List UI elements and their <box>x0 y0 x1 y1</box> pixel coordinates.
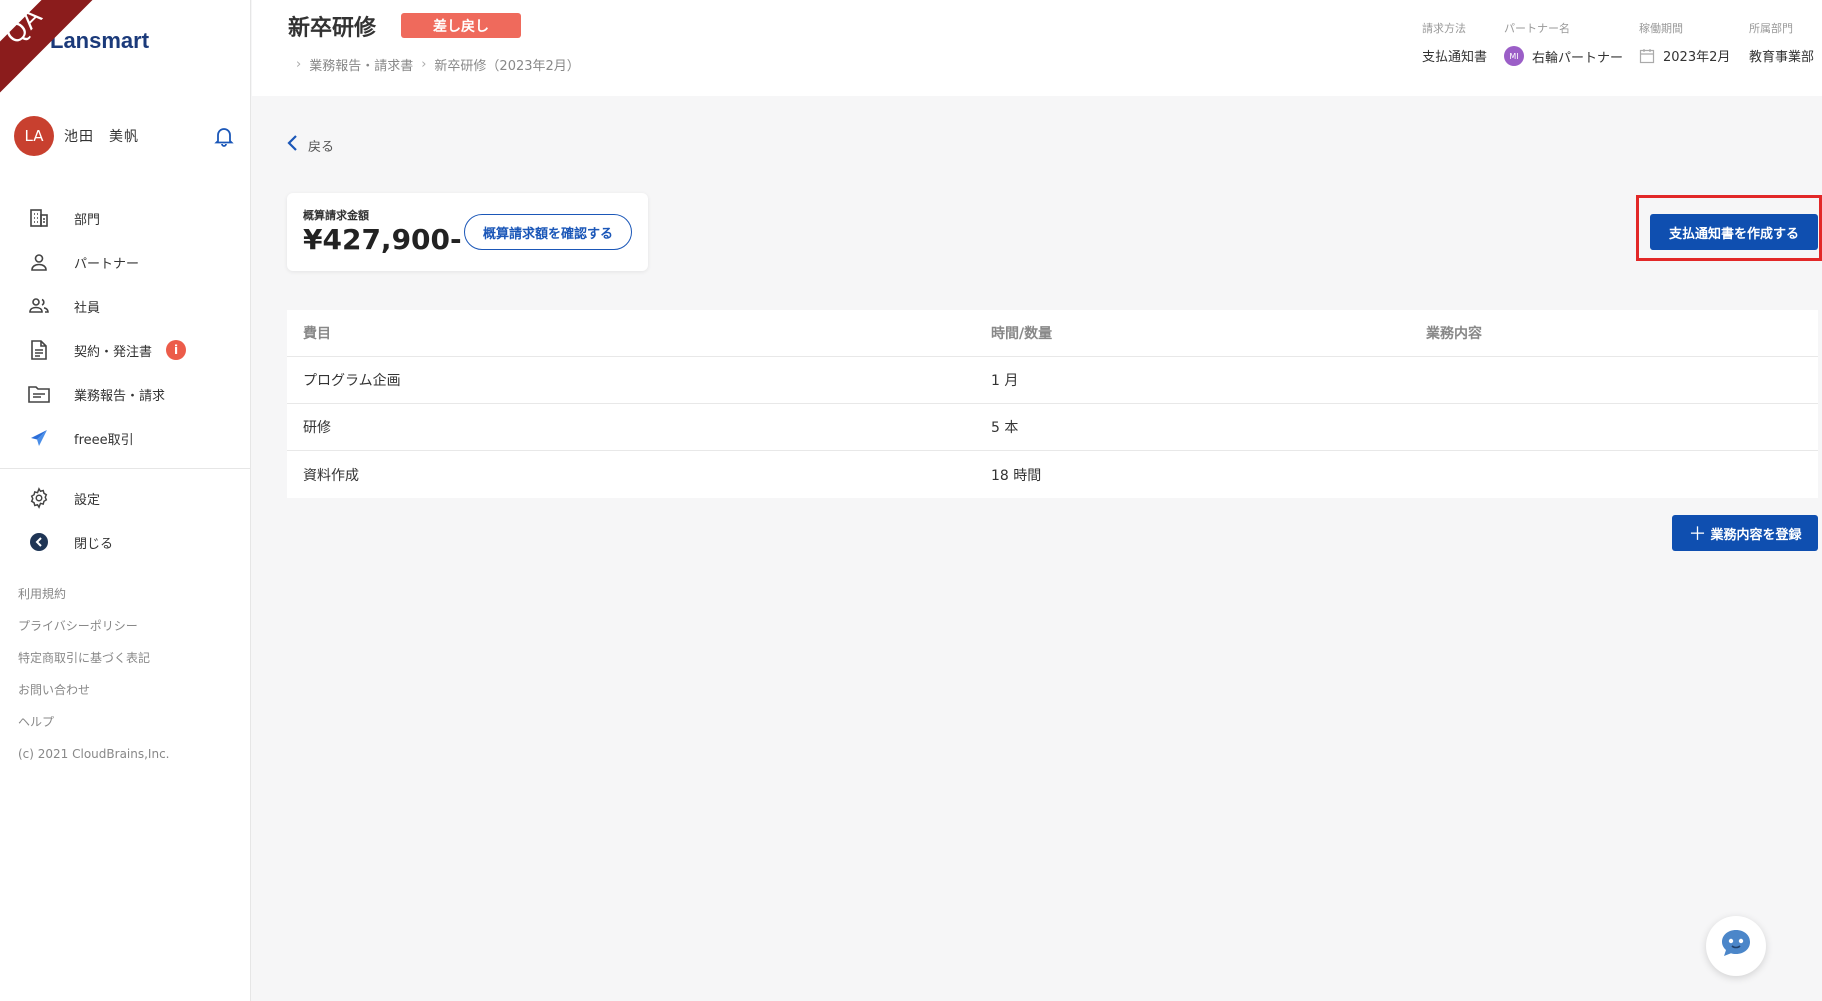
sidebar: QA Lansmart LA 池田 美帆 部門 パートナー 社員 契約・発注書 … <box>0 0 251 1001</box>
add-work-item-button[interactable]: ＋ 業務内容を登録 <box>1672 515 1818 551</box>
privacy-link[interactable]: プライバシーポリシー <box>18 610 170 642</box>
meta-partner-value: MI 右輪パートナー <box>1504 46 1623 66</box>
building-icon <box>28 207 50 229</box>
user-profile: LA 池田 美帆 <box>14 116 236 156</box>
sidebar-item-label: 社員 <box>74 300 101 316</box>
table-row[interactable]: プログラム企画 1 月 <box>287 357 1818 404</box>
table-cell: 18 時間 <box>991 467 1042 484</box>
meta-billing-method: 請求方法 支払通知書 <box>1422 20 1487 65</box>
page-header: 新卒研修 差し戻し › 業務報告・請求書 › 新卒研修（2023年2月） 請求方… <box>252 0 1822 96</box>
meta-department: 所属部門 教育事業部 <box>1749 20 1814 65</box>
sidebar-item-label: freee取引 <box>74 432 134 448</box>
sidebar-item-label: 閉じる <box>74 536 114 552</box>
partner-name: 右輪パートナー <box>1532 50 1624 66</box>
contact-link[interactable]: お問い合わせ <box>18 674 170 706</box>
person-icon <box>28 251 50 273</box>
table-header: 費目 時間/数量 業務内容 <box>287 310 1818 357</box>
meta-label: 所属部門 <box>1749 22 1793 35</box>
sidebar-nav: 部門 パートナー 社員 契約・発注書 i 業務報告・請求 freee取引 <box>0 196 251 460</box>
work-items-table: 費目 時間/数量 業務内容 プログラム企画 1 月 研修 5 本 資料作成 18… <box>287 310 1818 498</box>
document-icon <box>28 339 50 361</box>
status-badge: 差し戻し <box>401 13 521 38</box>
table-cell: 資料作成 <box>303 467 359 484</box>
breadcrumb: › 業務報告・請求書 › 新卒研修（2023年2月） <box>288 55 580 74</box>
chevron-left-icon <box>286 134 298 156</box>
chevron-right-icon: › <box>421 57 427 72</box>
sidebar-item-settings[interactable]: 設定 <box>0 476 251 520</box>
footer-links: 利用規約 プライバシーポリシー 特定商取引に基づく表記 お問い合わせ ヘルプ (… <box>18 578 170 770</box>
breadcrumb-item-current: 新卒研修（2023年2月） <box>434 59 580 74</box>
meta-partner: パートナー名 MI 右輪パートナー <box>1504 20 1623 66</box>
breadcrumb-item-report[interactable]: 業務報告・請求書 <box>309 55 413 74</box>
table-cell: 5 本 <box>991 420 1019 436</box>
meta-label: パートナー名 <box>1504 22 1570 35</box>
column-header: 時間/数量 <box>991 326 1053 342</box>
back-link[interactable]: 戻る <box>286 134 334 156</box>
user-name: 池田 美帆 <box>64 129 139 145</box>
sidebar-item-label: 部門 <box>74 212 101 228</box>
sidebar-item-close[interactable]: 閉じる <box>0 520 251 564</box>
info-badge-icon: i <box>166 340 187 360</box>
amount-card: 概算請求金額 ¥427,900- 概算請求額を確認する <box>287 193 648 271</box>
meta-period-value: 2023年2月 <box>1639 46 1730 65</box>
confirm-amount-button[interactable]: 概算請求額を確認する <box>464 214 632 250</box>
table-cell: プログラム企画 <box>303 373 401 389</box>
plus-icon: ＋ <box>1688 524 1707 545</box>
sidebar-item-report[interactable]: 業務報告・請求 <box>0 372 251 416</box>
sidebar-item-label: パートナー <box>74 256 140 272</box>
sidebar-nav-secondary: 設定 閉じる <box>0 476 251 564</box>
meta-value: 支払通知書 <box>1422 50 1488 65</box>
meta-period: 稼働期間 2023年2月 <box>1639 20 1730 65</box>
page-title: 新卒研修 <box>288 16 377 41</box>
sidebar-item-label: 設定 <box>74 492 101 508</box>
chevron-right-icon: › <box>296 57 302 72</box>
freee-icon <box>28 427 50 449</box>
folder-icon <box>28 383 50 405</box>
meta-label: 稼働期間 <box>1639 22 1683 35</box>
chat-support-button[interactable] <box>1706 916 1766 976</box>
meta-label: 請求方法 <box>1422 22 1466 35</box>
table-row[interactable]: 資料作成 18 時間 <box>287 451 1818 498</box>
amount-value: ¥427,900- <box>303 223 462 256</box>
sidebar-item-freee[interactable]: freee取引 <box>0 416 251 460</box>
sidebar-item-label: 業務報告・請求 <box>74 388 166 404</box>
gear-icon <box>28 487 50 509</box>
amount-label: 概算請求金額 <box>303 209 369 222</box>
commerce-law-link[interactable]: 特定商取引に基づく表記 <box>18 642 170 674</box>
table-cell: 研修 <box>303 420 331 436</box>
arrow-left-circle-icon <box>28 531 50 553</box>
sidebar-divider <box>0 468 251 469</box>
table-row[interactable]: 研修 5 本 <box>287 404 1818 451</box>
help-link[interactable]: ヘルプ <box>18 706 170 738</box>
copyright: (c) 2021 CloudBrains,Inc. <box>18 747 170 761</box>
create-payment-notice-button[interactable]: 支払通知書を作成する <box>1650 214 1818 250</box>
add-button-label: 業務内容を登録 <box>1710 527 1802 543</box>
sidebar-item-department[interactable]: 部門 <box>0 196 251 240</box>
sidebar-item-label: 契約・発注書 <box>74 344 153 360</box>
sidebar-item-partner[interactable]: パートナー <box>0 240 251 284</box>
column-header: 費目 <box>303 326 331 342</box>
chatbot-icon <box>1718 926 1754 966</box>
avatar[interactable]: LA <box>14 116 54 156</box>
period-value: 2023年2月 <box>1663 50 1731 65</box>
sidebar-item-employee[interactable]: 社員 <box>0 284 251 328</box>
terms-link[interactable]: 利用規約 <box>18 578 170 610</box>
table-cell: 1 月 <box>991 373 1019 389</box>
people-icon <box>28 295 50 317</box>
sidebar-item-contract[interactable]: 契約・発注書 i <box>0 328 251 372</box>
meta-value: 教育事業部 <box>1749 50 1815 65</box>
bell-icon[interactable] <box>212 124 236 148</box>
back-label: 戻る <box>308 139 335 155</box>
calendar-icon <box>1639 48 1655 64</box>
app-logo[interactable]: Lansmart <box>50 28 149 54</box>
partner-avatar: MI <box>1504 46 1524 66</box>
column-header: 業務内容 <box>1426 326 1482 342</box>
